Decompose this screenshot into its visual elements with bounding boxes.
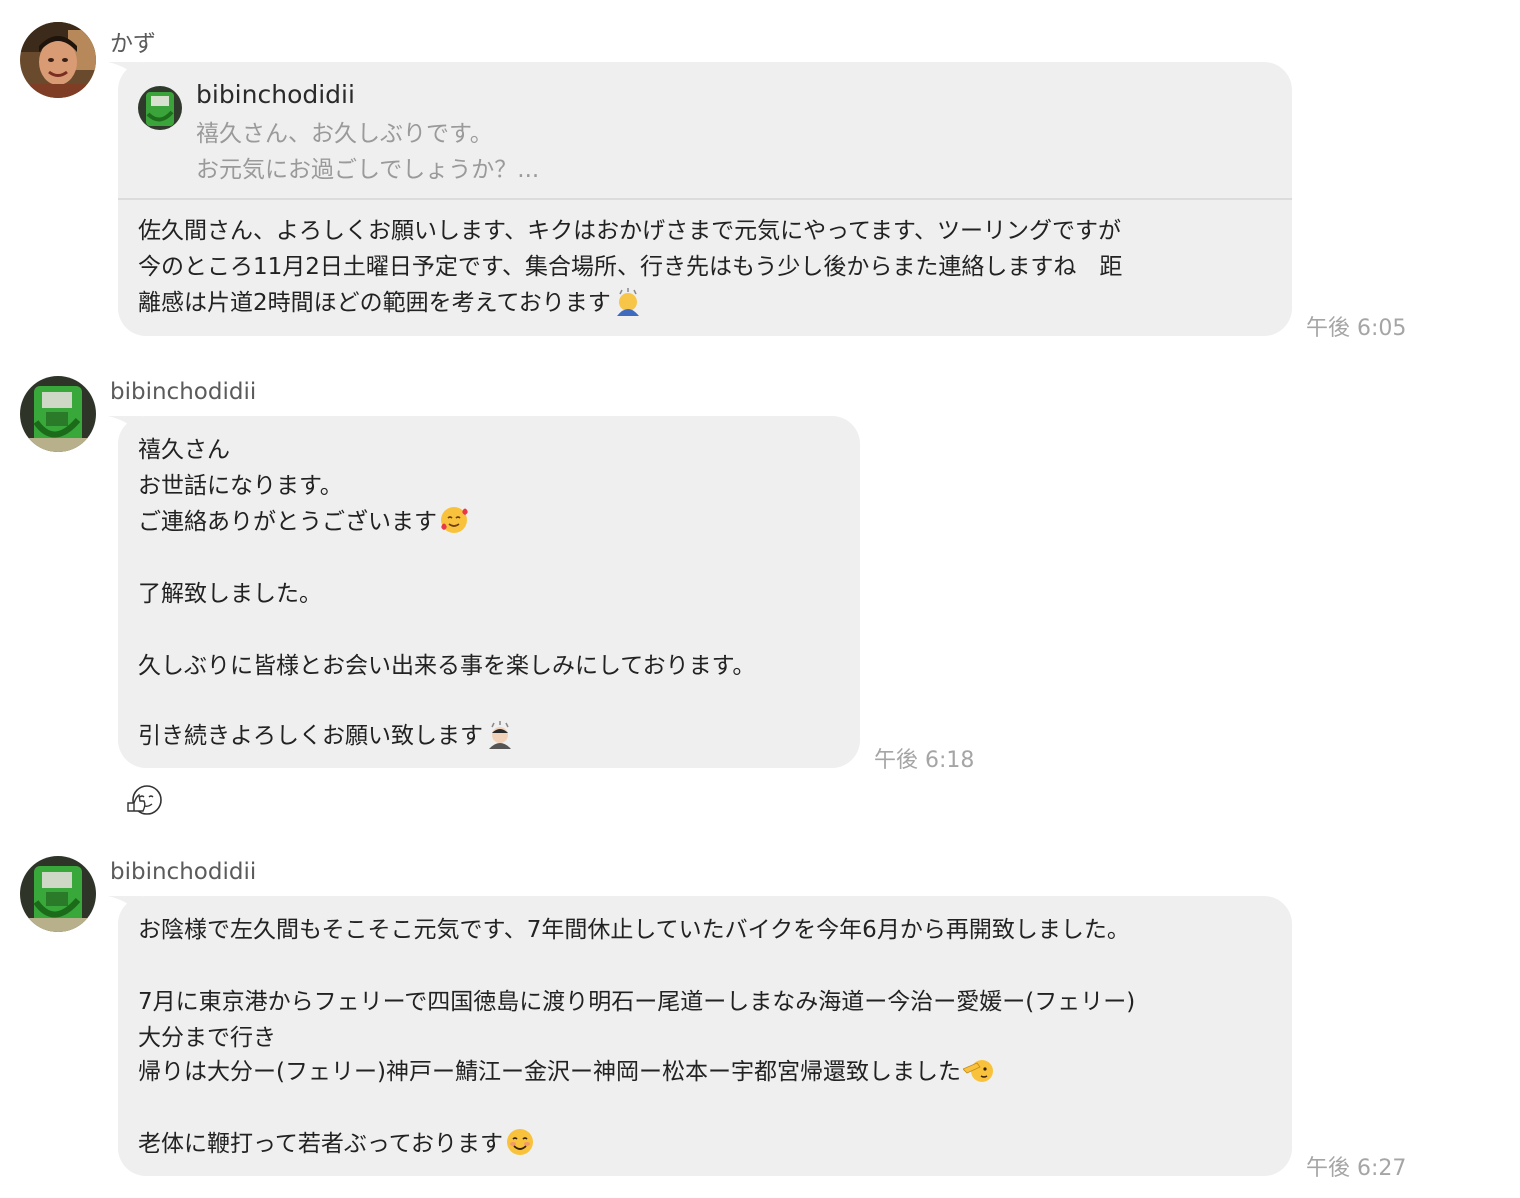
thumbs-up-reaction-icon[interactable] <box>126 783 164 817</box>
bowing-person-emoji <box>616 288 639 316</box>
message-text-line: 離感は片道2時間ほどの範囲を考えております <box>138 285 643 321</box>
quoted-text-line: お元気にお過ごしでしょうか？... <box>196 157 540 183</box>
quoted-avatar <box>138 86 182 130</box>
message-text: 老体に鞭打って若者ぶっております <box>138 1131 504 1157</box>
bubble-tail <box>108 896 142 914</box>
message-text-line: 了解致しました。 <box>138 581 322 607</box>
message-text-line: 7月に東京港からフェリーで四国徳島に渡り明石ー尾道ーしまなみ海道ー今治ー愛媛ー(… <box>138 989 1136 1015</box>
bubble-tail <box>108 62 142 80</box>
message-text-line: 久しぶりに皆様とお会い出来る事を楽しみにしております。 <box>138 653 756 679</box>
message-text: 離感は片道2時間ほどの範囲を考えております <box>138 290 611 316</box>
message-text-line: 佐久間さん、よろしくお願いします、キクはおかげさまで元気にやってます、ツーリング… <box>138 218 1122 244</box>
timestamp: 午後 6:18 <box>874 748 975 773</box>
bubble-tail <box>108 416 142 434</box>
message-bubble[interactable]: bibinchodidii 禧久さん、お久しぶりです。 お元気にお過ごしでしょう… <box>108 62 1292 336</box>
message-text: 引き続きよろしくお願い致します <box>138 723 483 749</box>
message-text-line: 禧久さん <box>138 437 230 463</box>
quote-divider <box>118 198 1292 200</box>
timestamp: 午後 6:27 <box>1306 1156 1407 1181</box>
sender-avatar[interactable] <box>20 376 96 452</box>
message-bubble[interactable]: お陰様で左久間もそこそこ元気です、7年間休止していたバイクを今年6月から再開致し… <box>108 896 1292 1176</box>
sender-name: bibinchodidii <box>110 859 257 885</box>
saluting-face-emoji <box>962 1060 993 1082</box>
sender-avatar[interactable] <box>20 22 96 98</box>
message-text-line: 引き続きよろしくお願い致します <box>138 718 515 754</box>
sender-avatar[interactable] <box>20 856 96 932</box>
message-text-line: お世話になります。 <box>138 473 343 499</box>
sender-name: bibinchodidii <box>110 379 257 405</box>
message-text-line: お陰様で左久間もそこそこ元気です、7年間休止していたバイクを今年6月から再開致し… <box>138 917 1130 943</box>
timestamp: 午後 6:05 <box>1306 316 1407 341</box>
message-text: ご連絡ありがとうございます <box>138 509 437 535</box>
message-text-line: 老体に鞭打って若者ぶっております <box>138 1126 535 1162</box>
quoted-text-line: 禧久さん、お久しぶりです。 <box>196 121 493 147</box>
smiling-face-emoji <box>507 1129 534 1155</box>
bowing-man-emoji <box>489 721 511 749</box>
smiling-face-with-hearts-emoji <box>441 507 468 533</box>
quoted-sender-name: bibinchodidii <box>196 80 355 109</box>
sender-name: かず <box>110 31 156 57</box>
message-text-line: 帰りは大分ー(フェリー)神戸ー鯖江ー金沢ー神岡ー松本ー宇都宮帰還致しました <box>138 1054 993 1090</box>
message-text-line: ご連絡ありがとうございます <box>138 504 469 540</box>
message-text-line: 今のところ11月2日土曜日予定です、集合場所、行き先はもう少し後からまた連絡しま… <box>138 254 1123 280</box>
message-bubble[interactable]: 禧久さん お世話になります。 ご連絡ありがとうございます 了解致しました。 久し… <box>108 416 860 768</box>
message-text: 帰りは大分ー(フェリー)神戸ー鯖江ー金沢ー神岡ー松本ー宇都宮帰還致しました <box>138 1059 961 1085</box>
message-text-line: 大分まで行き <box>138 1025 276 1051</box>
